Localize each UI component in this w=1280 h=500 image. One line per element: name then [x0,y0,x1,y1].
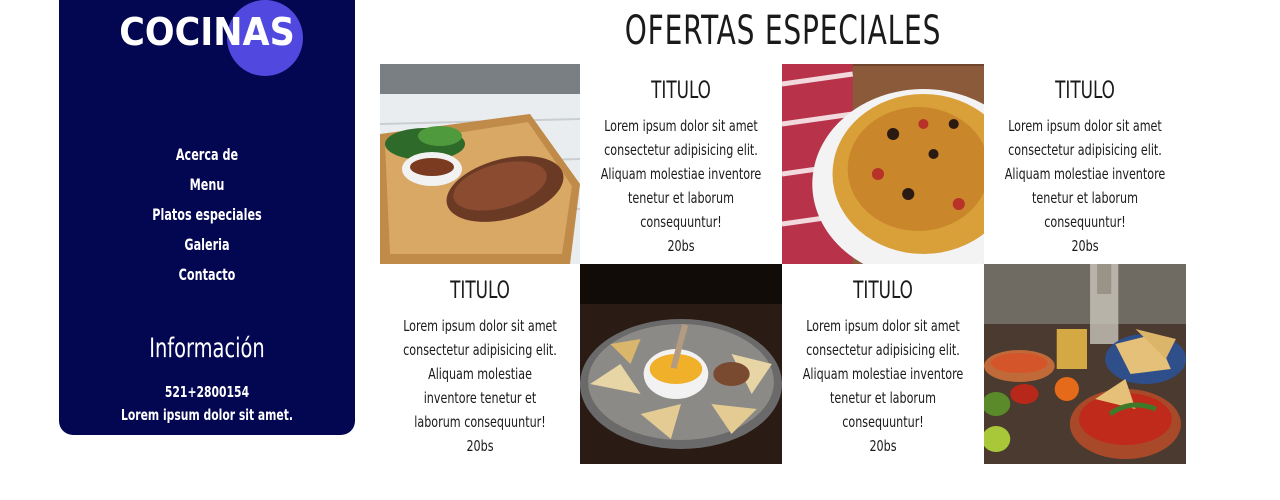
salsa-photo [984,264,1186,464]
offer-card[interactable]: TITULO Lorem ipsum dolor sit amet consec… [580,64,782,264]
page-title: OFERTAS ESPECIALES [624,8,942,54]
card-title: TITULO [1055,76,1115,104]
card-description: Lorem ipsum dolor sit amet consectetur a… [600,117,762,231]
nav-item-menu[interactable]: Menu [92,170,323,200]
card-description: Lorem ipsum dolor sit amet consectetur a… [403,317,557,431]
card-description: Lorem ipsum dolor sit amet consectetur a… [1004,117,1166,231]
card-title: TITULO [450,276,510,304]
card-description: Lorem ipsum dolor sit amet consectetur a… [802,317,964,431]
card-price: 20bs [869,437,897,455]
nav-item-contacto[interactable]: Contacto [92,260,323,290]
info-phone: 521+2800154 [164,383,250,401]
nachos-photo [580,264,782,464]
info-text: Lorem ipsum dolor sit amet. [120,406,293,424]
offers-grid: TITULO Lorem ipsum dolor sit amet consec… [380,64,1186,464]
nav-item-platos-especiales[interactable]: Platos especiales [92,200,323,230]
card-title: TITULO [651,76,711,104]
logo[interactable]: COCINAS [59,0,355,80]
logo-text: COCINAS [119,10,295,54]
nav-item-galeria[interactable]: Galeria [92,230,323,260]
card-price: 20bs [1071,237,1099,255]
card-title: TITULO [853,276,913,304]
info-title: Información [149,333,265,364]
offer-card[interactable]: TITULO Lorem ipsum dolor sit amet consec… [782,264,984,464]
steak-photo [380,64,580,264]
nav-menu: Acerca de Menu Platos especiales Galeria… [59,140,355,290]
offer-card[interactable]: TITULO Lorem ipsum dolor sit amet consec… [380,264,580,464]
nav-item-acerca-de[interactable]: Acerca de [92,140,323,170]
card-price: 20bs [466,437,494,455]
offer-card[interactable]: TITULO Lorem ipsum dolor sit amet consec… [984,64,1186,264]
pizza-photo [782,64,984,264]
card-price: 20bs [667,237,695,255]
sidebar: COCINAS Acerca de Menu Platos especiales… [59,0,355,435]
